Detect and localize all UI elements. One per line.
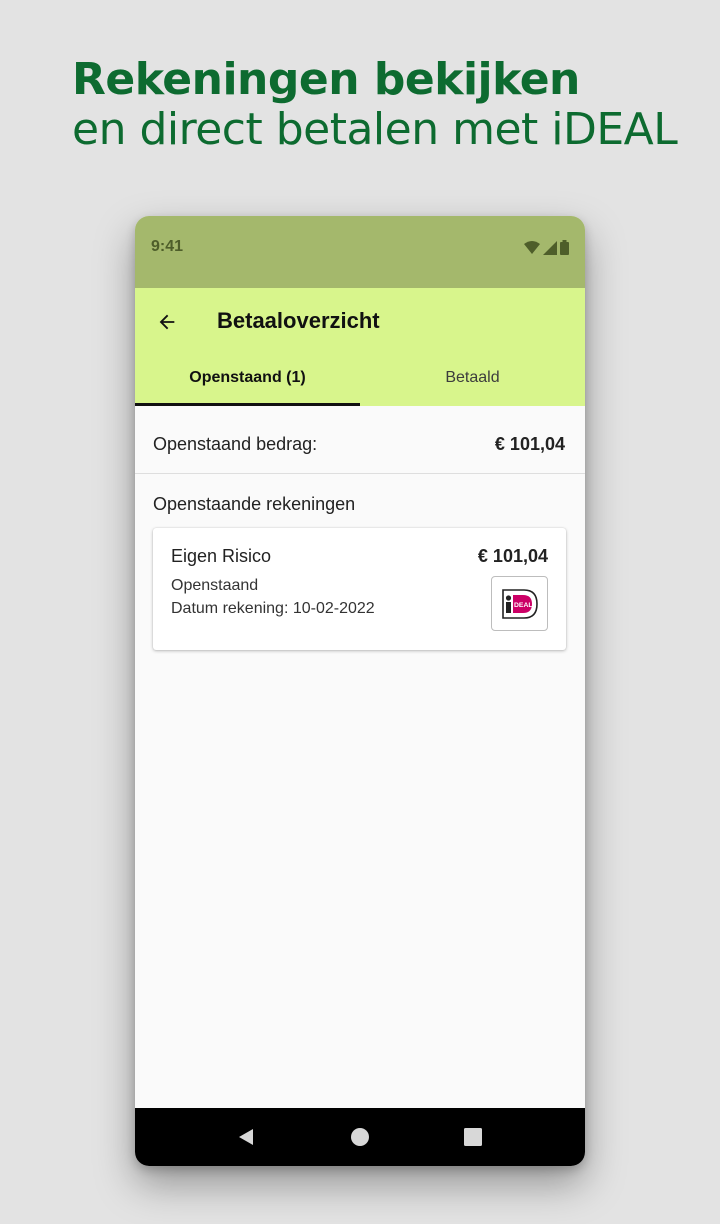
signal-icon	[543, 240, 557, 255]
tab-openstaand[interactable]: Openstaand (1)	[135, 360, 360, 406]
ideal-pay-button[interactable]: DEAL	[491, 576, 548, 631]
back-button[interactable]	[149, 304, 185, 340]
nav-back-button[interactable]	[235, 1126, 257, 1148]
app-bar: Betaaloverzicht Openstaand (1) Betaald	[135, 288, 585, 406]
section-title: Openstaande rekeningen	[153, 494, 356, 514]
divider	[135, 473, 585, 474]
arrow-back-icon	[159, 314, 175, 330]
tab-openstaand-label: Openstaand (1)	[189, 369, 306, 386]
promo-subtitle: en direct betalen met iDEAL	[72, 104, 678, 155]
phone-frame: 9:41 Betaaloverzicht Openstaand (1) Beta…	[135, 216, 585, 1166]
promo-title: Rekeningen bekijken	[72, 54, 580, 105]
outstanding-amount: € 101,04	[494, 434, 565, 454]
invoice-amount: € 101,04	[477, 546, 548, 566]
tab-betaald[interactable]: Betaald	[360, 360, 585, 406]
wifi-icon	[524, 240, 540, 254]
svg-text:DEAL: DEAL	[514, 602, 533, 609]
invoice-date: Datum rekening: 10-02-2022	[171, 600, 375, 617]
nav-recents-button[interactable]	[462, 1126, 484, 1148]
tab-betaald-label: Betaald	[445, 369, 500, 386]
back-triangle-icon	[239, 1129, 253, 1145]
recents-square-icon	[464, 1128, 482, 1146]
status-icons	[524, 240, 569, 255]
content-area: Openstaand bedrag: € 101,04 Openstaande …	[135, 406, 585, 1108]
system-nav-bar	[135, 1108, 585, 1166]
status-time: 9:41	[151, 238, 184, 255]
outstanding-label: Openstaand bedrag:	[153, 434, 318, 454]
invoice-status: Openstaand	[171, 577, 259, 594]
battery-icon	[560, 240, 569, 255]
invoice-card[interactable]: Eigen Risico € 101,04 Openstaand Datum r…	[153, 528, 566, 650]
page-title: Betaaloverzicht	[217, 308, 380, 333]
home-circle-icon	[351, 1128, 369, 1146]
ideal-logo-icon: DEAL	[501, 588, 538, 619]
status-bar: 9:41	[135, 216, 585, 288]
invoice-name: Eigen Risico	[171, 546, 272, 566]
nav-home-button[interactable]	[349, 1126, 371, 1148]
